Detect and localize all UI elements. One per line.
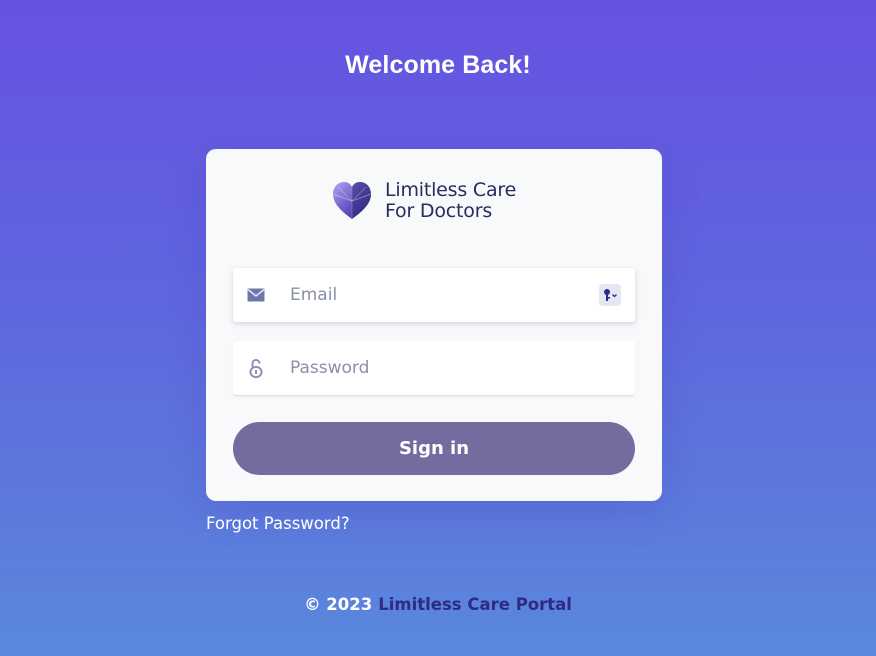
heart-logo-icon — [332, 182, 372, 219]
brand-logo: Limitless Care For Doctors — [330, 179, 516, 223]
login-card: Limitless Care For Doctors Email Sign in — [206, 149, 662, 501]
footer: © 2023 Limitless Care Portal — [0, 595, 876, 614]
copyright-text: © 2023 — [304, 595, 373, 614]
key-icon[interactable] — [599, 284, 621, 306]
page-title: Welcome Back! — [345, 51, 531, 79]
sign-in-button[interactable]: Sign in — [233, 422, 635, 475]
forgot-password-link[interactable]: Forgot Password? — [206, 514, 350, 533]
envelope-icon — [245, 284, 267, 306]
email-input[interactable] — [290, 268, 599, 322]
portal-link[interactable]: Limitless Care Portal — [378, 595, 572, 614]
password-input[interactable] — [290, 341, 635, 395]
email-field[interactable] — [233, 268, 635, 322]
brand-name-line2: For Doctors — [385, 200, 493, 222]
password-field[interactable] — [233, 341, 635, 396]
brand-name: Limitless Care For Doctors — [385, 180, 516, 222]
brand-name-line1: Limitless Care — [385, 179, 517, 201]
lock-icon — [245, 357, 267, 379]
